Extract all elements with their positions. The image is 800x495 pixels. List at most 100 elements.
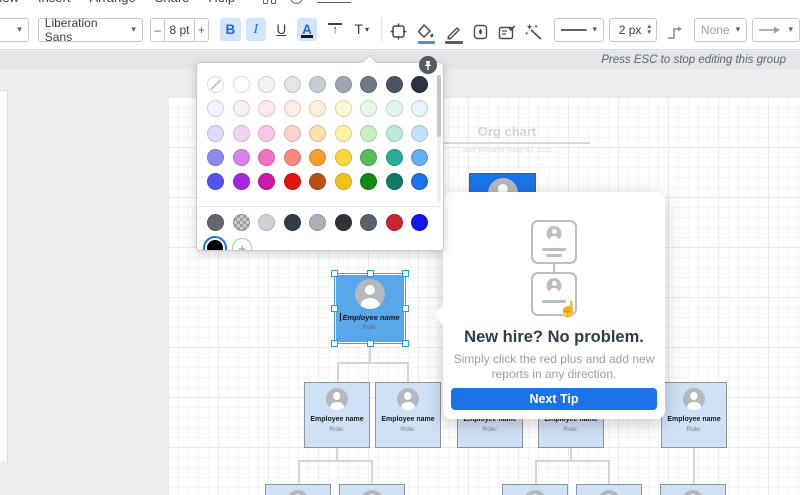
color-swatch-#323c46[interactable]	[284, 214, 301, 231]
history-icon[interactable]	[290, 0, 303, 4]
color-swatch-#a626e2[interactable]	[233, 173, 250, 190]
resize-handle-w[interactable]	[331, 305, 338, 312]
magic-wand-button[interactable]	[524, 18, 545, 41]
color-swatch-#c9cdd4[interactable]	[309, 76, 326, 93]
resize-handle-ne[interactable]	[402, 270, 409, 277]
color-swatch-#2a323c[interactable]	[411, 76, 428, 93]
color-swatch-#f0d4f4[interactable]	[233, 125, 250, 142]
line-width-value[interactable]: 2 px	[614, 23, 646, 37]
shadow-button[interactable]	[471, 18, 491, 41]
org-chart-title[interactable]: Org chart	[424, 124, 590, 144]
font-size-decrease-button[interactable]: –	[151, 19, 164, 41]
node-name-text[interactable]: Employee name	[305, 416, 369, 423]
color-swatch-#fbdfae[interactable]	[309, 125, 326, 142]
resize-handle-s[interactable]	[367, 340, 374, 347]
italic-button[interactable]: I	[246, 18, 267, 41]
color-swatch-#bce9de[interactable]	[386, 125, 403, 142]
resize-handle-nw[interactable]	[331, 270, 338, 277]
color-swatch-#108a10[interactable]	[360, 173, 377, 190]
color-swatch-#fbf8d4[interactable]	[335, 100, 352, 117]
node-role-text[interactable]: Role:	[539, 426, 603, 433]
menu-item-share[interactable]: Share	[150, 0, 195, 7]
selected-color-swatch[interactable]	[205, 238, 225, 251]
resize-handle-n[interactable]	[367, 270, 374, 277]
color-swatch-#ced2d5[interactable]	[258, 214, 275, 231]
color-swatch-#fcd2cc[interactable]	[284, 125, 301, 142]
color-swatch-#f4c014[interactable]	[335, 173, 352, 190]
style-dropdown[interactable]: ▾	[0, 18, 29, 42]
color-swatch-#ffffff[interactable]	[233, 76, 250, 93]
color-swatch-none[interactable]	[207, 76, 224, 93]
color-swatch-#4b5560[interactable]	[386, 76, 403, 93]
org-chart-title-block[interactable]: Org chart Josh Williams | May 31, 2022	[424, 124, 590, 154]
line-arrow-dropdown[interactable]: ▾	[752, 18, 800, 42]
org-node[interactable]	[339, 484, 405, 495]
selection-target-button[interactable]	[388, 18, 409, 41]
node-role-text[interactable]: Role:	[376, 426, 440, 433]
line-style-dropdown[interactable]: ▾	[554, 18, 604, 42]
node-name-text[interactable]: Employee name	[662, 416, 726, 423]
next-tip-button[interactable]: Next Tip	[451, 388, 657, 410]
panel-scrollbar[interactable]	[437, 75, 441, 203]
color-swatch-#8c8cf2[interactable]	[207, 149, 224, 166]
org-node[interactable]	[660, 484, 726, 495]
org-node[interactable]	[265, 484, 331, 495]
color-swatch-#f5f5f6[interactable]	[258, 76, 275, 93]
resize-handle-e[interactable]	[402, 305, 409, 312]
org-node-selected[interactable]: Employee name Role:	[336, 275, 404, 342]
color-swatch-#e8f3fc[interactable]	[411, 100, 428, 117]
node-role-text[interactable]: Role:	[336, 324, 404, 331]
color-swatch-#56bb58[interactable]	[360, 149, 377, 166]
color-swatch-#ce18a6[interactable]	[258, 173, 275, 190]
color-swatch-#64686c[interactable]	[207, 214, 224, 231]
color-swatch-#5555ee[interactable]	[207, 173, 224, 190]
node-role-text[interactable]: Role:	[662, 426, 726, 433]
color-swatch-#dcdcf8[interactable]	[207, 125, 224, 142]
color-swatch-#0c7a66[interactable]	[386, 173, 403, 190]
stepper-down-icon[interactable]: ▼	[646, 30, 652, 36]
line-endpoint-none-dropdown[interactable]: None▾	[694, 18, 747, 42]
node-role-text[interactable]: Role:	[458, 426, 522, 433]
color-swatch-#fdf0d8[interactable]	[309, 100, 326, 117]
color-swatch-#1a73e8[interactable]	[411, 173, 428, 190]
color-swatch-#e8f8e6[interactable]	[360, 100, 377, 117]
color-swatch-#aab0b6[interactable]	[309, 214, 326, 231]
line-color-button[interactable]	[443, 18, 464, 41]
node-role-text[interactable]: Role:	[305, 426, 369, 433]
fill-color-button[interactable]	[416, 18, 437, 41]
color-swatch-#f5a02e[interactable]	[309, 149, 326, 166]
color-swatch-#26ae96[interactable]	[386, 149, 403, 166]
apps-grid-icon[interactable]	[263, 0, 276, 4]
text-color-button[interactable]: A	[297, 18, 318, 41]
color-swatch-#fac8e4[interactable]	[258, 125, 275, 142]
color-swatch-#c2e2f9[interactable]	[411, 125, 428, 142]
color-swatch-#fa8880[interactable]	[284, 149, 301, 166]
color-swatch-#e0f5f0[interactable]	[386, 100, 403, 117]
menu-item-arrange[interactable]: Arrange	[84, 0, 140, 7]
menu-item-insert[interactable]: Insert	[33, 0, 76, 7]
color-swatch-checker[interactable]	[233, 214, 250, 231]
menu-item-view[interactable]: View	[0, 0, 24, 7]
color-swatch-#303438[interactable]	[335, 214, 352, 231]
color-swatch-#e3e5e8[interactable]	[284, 76, 301, 93]
color-swatch-#e21212[interactable]	[284, 173, 301, 190]
node-name-text[interactable]: Employee name	[336, 313, 404, 322]
font-family-dropdown[interactable]: Liberation Sans▾	[38, 18, 143, 42]
color-swatch-#1414e8[interactable]	[411, 214, 428, 231]
font-size-value[interactable]: 8 pt	[164, 19, 194, 41]
color-swatch-#ca2432[interactable]	[386, 214, 403, 231]
color-swatch-#faf3a2[interactable]	[335, 125, 352, 142]
org-node[interactable]	[502, 484, 568, 495]
color-swatch-#fce8f2[interactable]	[258, 100, 275, 117]
color-swatch-#64aef2[interactable]	[411, 149, 428, 166]
underline-button[interactable]: U	[271, 18, 292, 41]
line-routing-button[interactable]	[663, 18, 684, 41]
color-swatch-#fdeee6[interactable]	[284, 100, 301, 117]
add-color-button[interactable]: +	[232, 238, 252, 251]
resize-handle-se[interactable]	[402, 340, 409, 347]
color-swatch-#f2f2fc[interactable]	[207, 100, 224, 117]
menubar-link[interactable]	[317, 0, 351, 3]
pin-panel-button[interactable]	[419, 56, 437, 74]
text-options-button[interactable]: T▾	[350, 18, 373, 41]
color-swatch-#d984ea[interactable]	[233, 149, 250, 166]
